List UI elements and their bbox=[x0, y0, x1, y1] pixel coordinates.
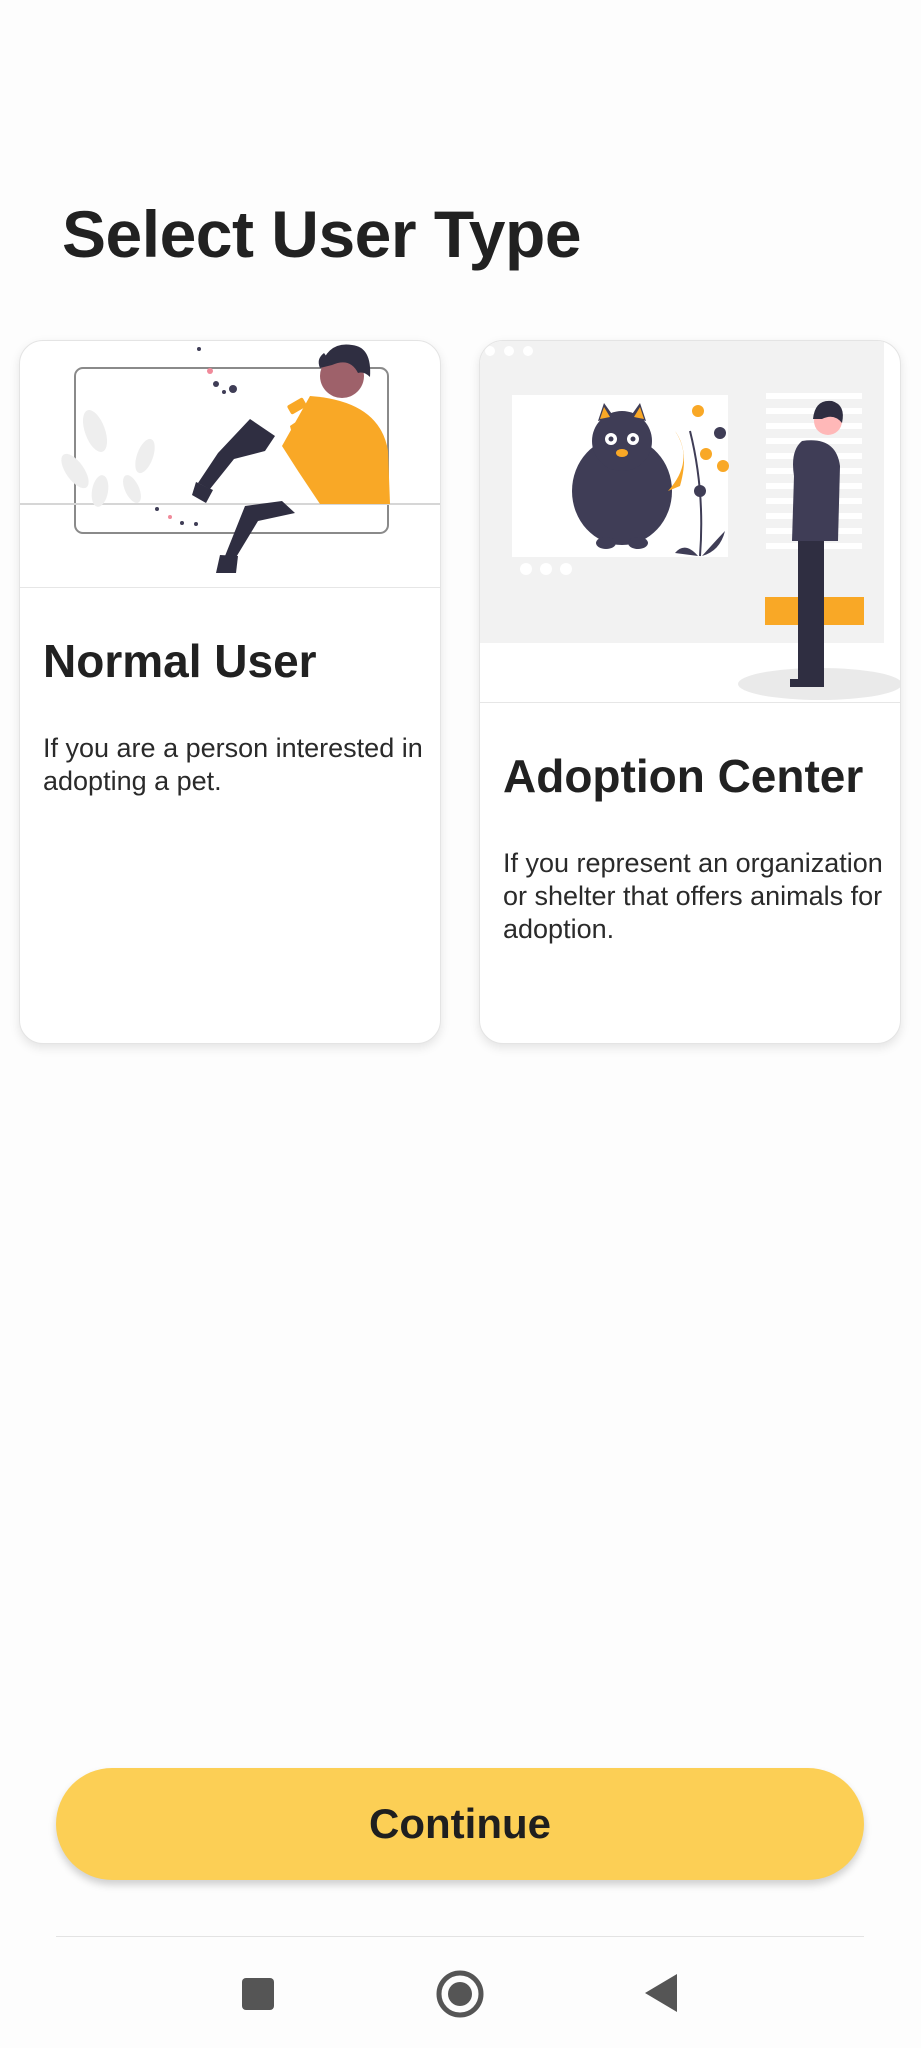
circle-home-icon[interactable] bbox=[435, 1969, 485, 2019]
adoption-center-card[interactable]: Adoption Center If you represent an orga… bbox=[479, 340, 901, 1044]
normal-user-card[interactable]: Normal User If you are a person interest… bbox=[19, 340, 441, 1044]
page-title: Select User Type bbox=[62, 197, 582, 271]
nav-divider bbox=[56, 1936, 864, 1937]
triangle-back-icon[interactable] bbox=[643, 1972, 679, 2014]
adoption-center-illustration bbox=[480, 341, 900, 703]
normal-user-title: Normal User bbox=[43, 635, 317, 687]
adoption-center-description: If you represent an organization or shel… bbox=[503, 848, 883, 944]
normal-user-description: If you are a person interested in adopti… bbox=[43, 733, 423, 796]
continue-button[interactable]: Continue bbox=[56, 1768, 864, 1880]
square-recent-apps-icon[interactable] bbox=[240, 1976, 276, 2012]
normal-user-illustration bbox=[20, 341, 440, 588]
adoption-center-title: Adoption Center bbox=[503, 750, 864, 802]
